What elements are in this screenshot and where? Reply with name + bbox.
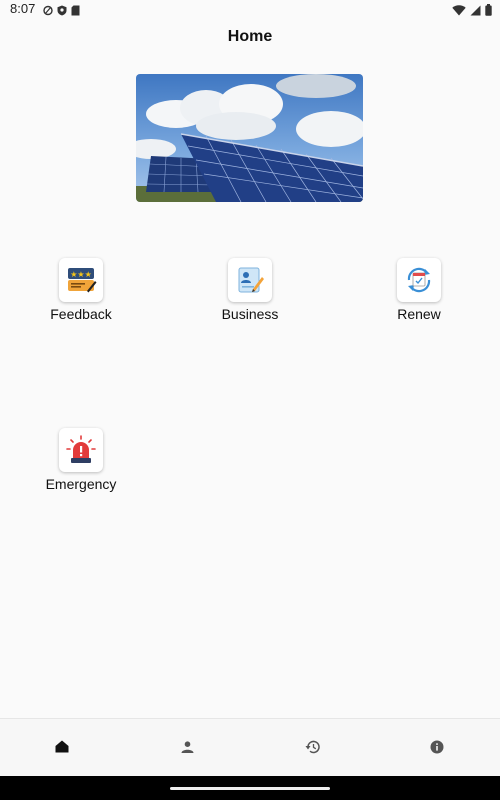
- wifi-icon: [452, 3, 466, 21]
- status-right-icons: [452, 3, 492, 21]
- nav-info[interactable]: [425, 737, 449, 761]
- home-icon: [55, 740, 69, 758]
- page-title: Home: [227, 28, 273, 45]
- renew-tile[interactable]: Renew: [359, 258, 479, 322]
- person-icon: [181, 740, 194, 758]
- renew-icon: [397, 258, 441, 302]
- home-gesture-handle[interactable]: [170, 787, 330, 790]
- emergency-tile[interactable]: Emergency: [21, 428, 141, 492]
- svg-text:★★★: ★★★: [70, 270, 92, 279]
- nav-history[interactable]: [300, 737, 324, 761]
- system-navigation-bar: [0, 776, 500, 800]
- bottom-navigation: [0, 718, 500, 777]
- feedback-icon: ★★★: [59, 258, 103, 302]
- feedback-label: Feedback: [50, 306, 112, 322]
- feedback-tile[interactable]: ★★★ Feedback: [21, 258, 141, 322]
- battery-icon: [485, 3, 492, 21]
- business-tile[interactable]: Business: [190, 258, 310, 322]
- emergency-icon: [59, 428, 103, 472]
- signal-icon: [470, 3, 481, 21]
- status-left-icons: [43, 3, 80, 21]
- solar-panel-banner-image: [136, 74, 363, 202]
- vpn-icon: [43, 3, 53, 21]
- history-icon: [305, 740, 320, 759]
- nav-home[interactable]: [50, 737, 74, 761]
- sd-card-icon: [71, 3, 80, 21]
- renew-label: Renew: [397, 306, 441, 322]
- info-icon: [430, 740, 444, 759]
- nav-profile[interactable]: [175, 737, 199, 761]
- status-time: 8:07: [10, 1, 36, 16]
- business-label: Business: [221, 306, 279, 322]
- emergency-label: Emergency: [45, 476, 117, 492]
- business-icon: [228, 258, 272, 302]
- shield-icon: [57, 3, 67, 21]
- status-bar: 8:07: [0, 0, 500, 18]
